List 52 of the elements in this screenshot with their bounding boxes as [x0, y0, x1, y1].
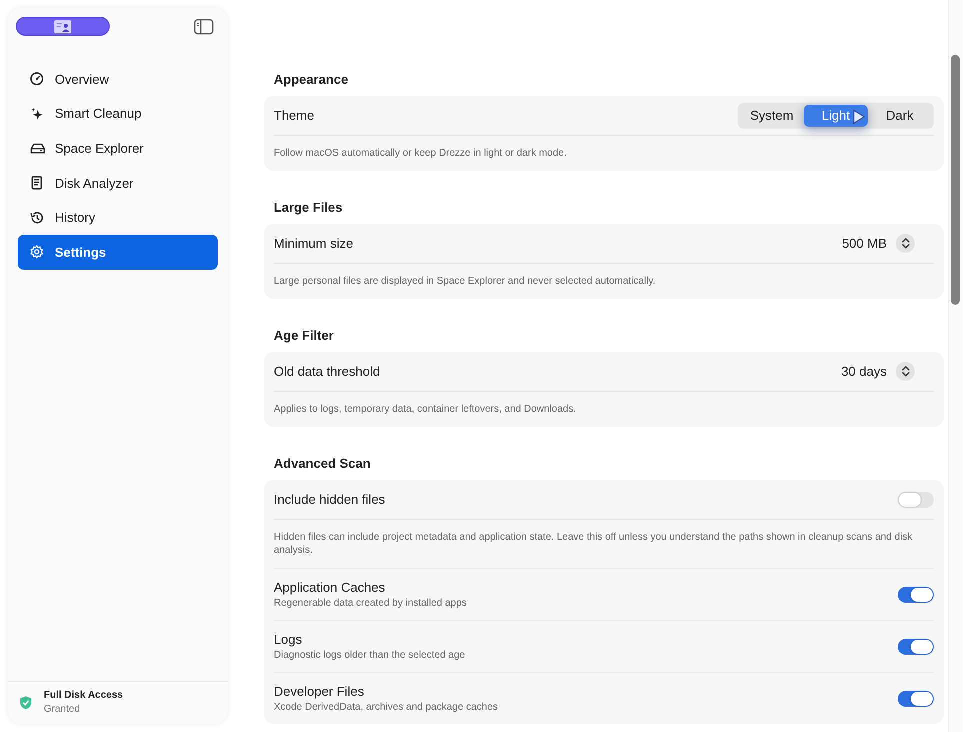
sparkles-icon — [30, 106, 45, 121]
stepper-value: 500 MB — [842, 236, 887, 251]
description-text: Follow macOS automatically or keep Drezze in light or dark mode. — [274, 147, 568, 161]
document-icon — [30, 176, 45, 190]
sidebar-item[interactable]: Overview — [18, 62, 218, 97]
setting-label: Application Caches — [274, 580, 386, 595]
up-down-chevron-icon — [902, 366, 910, 377]
description-text: Large personal files are displayed in Space Explorer and never selected automatically. — [274, 275, 657, 289]
setting-label: Developer Files — [274, 684, 366, 699]
setting-label: Old data threshold — [274, 364, 380, 379]
pointer-cursor-icon — [852, 108, 866, 124]
toggle-switch[interactable] — [898, 492, 934, 508]
gauge-icon — [30, 72, 45, 86]
sidebar-item[interactable]: Space Explorer — [18, 131, 218, 166]
toggle-switch[interactable] — [898, 638, 934, 654]
profile-card-icon — [54, 20, 72, 34]
scrollbar-thumb[interactable] — [951, 55, 960, 305]
sidebar-item[interactable]: Disk Analyzer — [18, 166, 218, 200]
settings-icon — [30, 245, 45, 260]
setting-label: Logs — [274, 632, 304, 647]
history-icon — [30, 210, 45, 225]
stepper-button[interactable] — [896, 362, 915, 381]
permission-title: Full Disk Access — [44, 690, 124, 701]
section-heading: Age Filter — [273, 328, 335, 343]
setting-description: Xcode DerivedData, archives and package caches — [274, 702, 498, 713]
section-heading: Appearance — [273, 72, 350, 87]
setting-label: Minimum size — [274, 236, 354, 251]
setting-description: Regenerable data created by installed apps — [274, 598, 467, 609]
setting-label: Include hidden files — [274, 492, 386, 507]
sidebar-toggle-button[interactable] — [194, 18, 214, 34]
toggle-switch[interactable] — [898, 690, 934, 706]
sidebar-item[interactable]: Settings — [18, 234, 218, 270]
description-text: Hidden files can include project metadata and application state. Leave this off unless you understand the paths shown in cleanup scans and disk analysis. — [274, 531, 914, 558]
section-heading: Advanced Scan — [273, 456, 372, 471]
drive-icon — [30, 141, 45, 156]
sidebar-item[interactable]: Smart Cleanup — [18, 96, 218, 132]
stepper-button[interactable] — [896, 234, 915, 253]
sidebar-item[interactable]: History — [18, 200, 218, 235]
section-heading: Large Files — [273, 200, 344, 215]
sidebar-icon — [194, 18, 214, 34]
setting-description: Diagnostic logs older than the selected age — [274, 650, 466, 661]
shield-check-icon — [20, 696, 32, 710]
toggle-switch[interactable] — [898, 586, 934, 602]
segment-option[interactable]: System — [740, 104, 804, 126]
segment-option[interactable]: Light — [804, 104, 868, 126]
setting-label: Theme — [274, 108, 314, 123]
permission-status: Granted — [44, 704, 82, 715]
description-text: Applies to logs, temporary data, container leftovers, and Downloads. — [274, 403, 578, 417]
stepper-value: 30 days — [841, 364, 887, 379]
profile-button[interactable] — [16, 17, 110, 36]
up-down-chevron-icon — [902, 238, 910, 249]
segment-option[interactable]: Dark — [868, 104, 932, 126]
